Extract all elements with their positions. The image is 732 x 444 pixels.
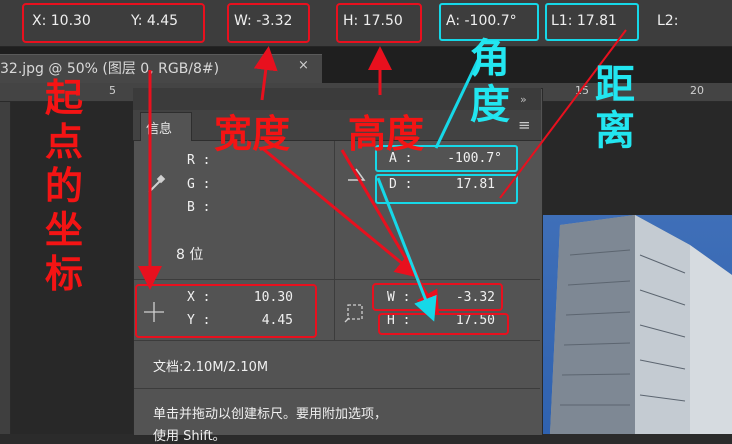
annotation-distance: 距 离 <box>595 61 635 154</box>
annotation-height: 高度 <box>348 111 425 156</box>
annotation-width: 宽度 <box>214 111 291 156</box>
annotation-origin: 起 点 的 坐 标 <box>44 75 83 296</box>
annotation-angle: 角 度 <box>470 35 510 128</box>
